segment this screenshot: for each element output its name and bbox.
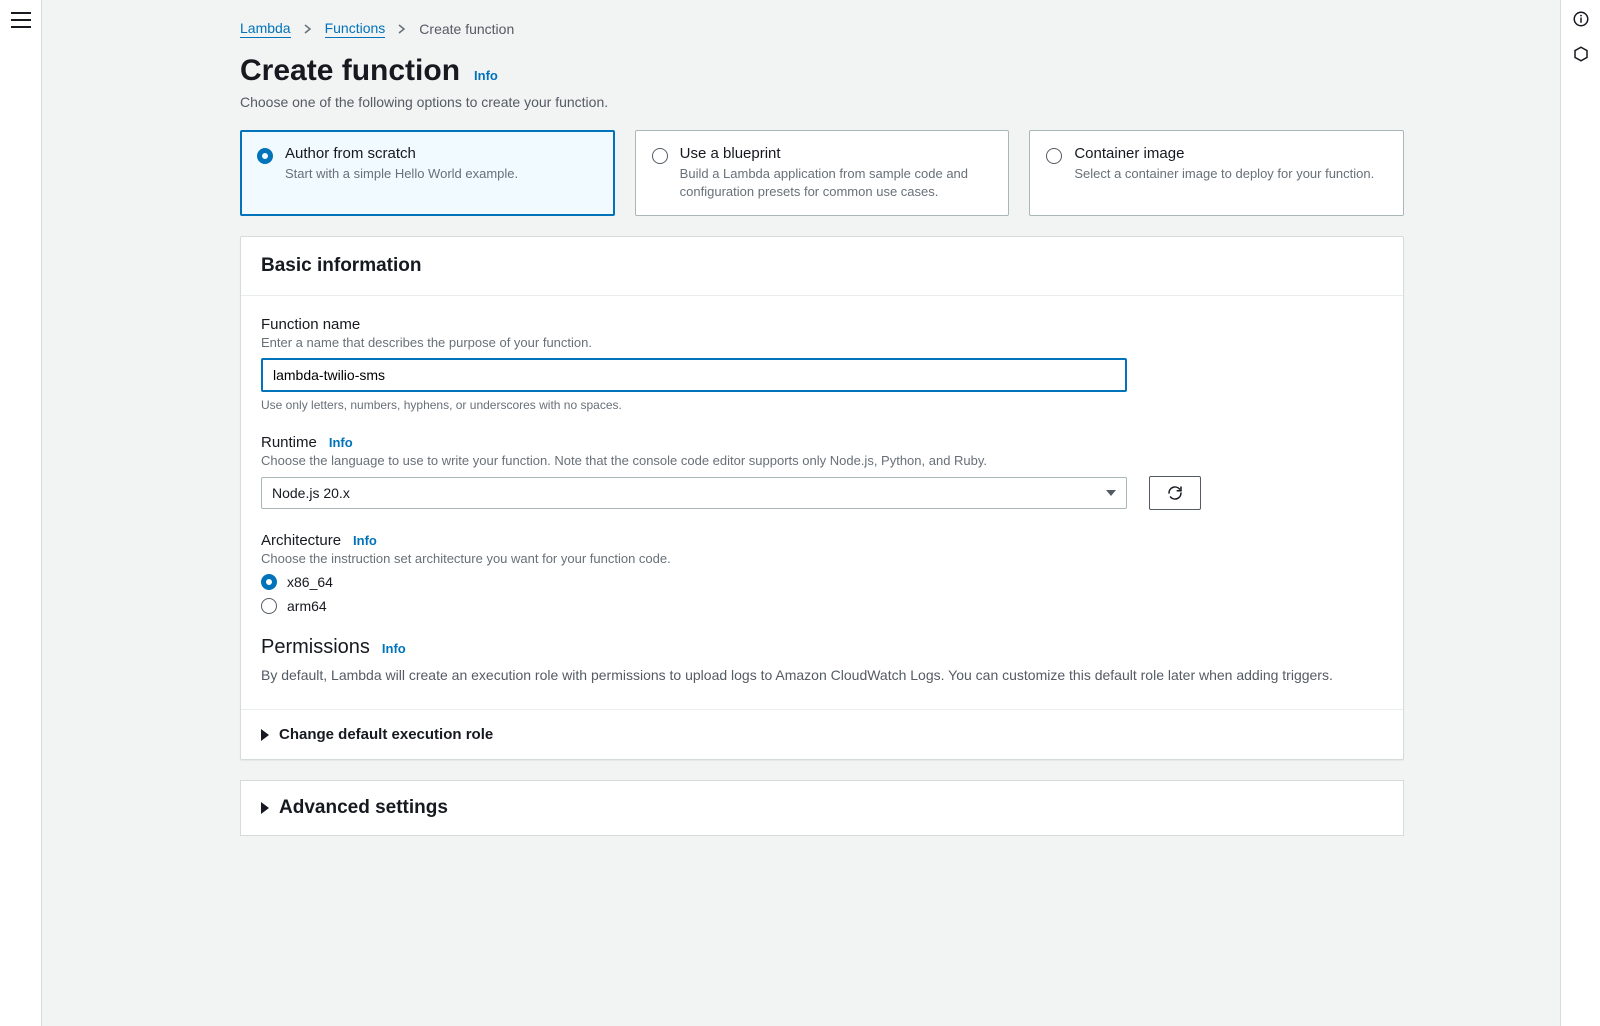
caret-down-icon <box>1106 490 1116 496</box>
refresh-icon <box>1166 484 1184 502</box>
triangle-right-icon <box>261 729 269 741</box>
expand-label: Advanced settings <box>279 797 448 819</box>
radio-icon <box>257 148 273 164</box>
option-author-from-scratch[interactable]: Author from scratch Start with a simple … <box>240 130 615 216</box>
change-default-execution-role[interactable]: Change default execution role <box>241 709 1403 759</box>
info-link[interactable]: Info <box>382 641 406 656</box>
creation-options: Author from scratch Start with a simple … <box>240 130 1404 216</box>
permissions-desc: By default, Lambda will create an execut… <box>261 667 1383 683</box>
radio-label: x86_64 <box>287 574 333 590</box>
field-hint: Choose the instruction set architecture … <box>261 551 1383 566</box>
field-label: Architecture <box>261 532 341 549</box>
radio-icon <box>261 574 277 590</box>
page-subtitle: Choose one of the following options to c… <box>240 94 1404 110</box>
option-title: Use a blueprint <box>680 145 993 162</box>
triangle-right-icon <box>261 802 269 814</box>
arch-x86-64[interactable]: x86_64 <box>261 574 1383 590</box>
expand-label: Change default execution role <box>279 726 493 743</box>
main-content: Lambda Functions Create function Create … <box>42 0 1560 1026</box>
field-label: Runtime <box>261 434 317 451</box>
select-value: Node.js 20.x <box>272 485 350 501</box>
permissions-field: Permissions Info By default, Lambda will… <box>261 636 1383 683</box>
info-icon[interactable] <box>1572 10 1590 31</box>
breadcrumb-current: Create function <box>419 21 514 37</box>
breadcrumb-functions[interactable]: Functions <box>325 20 386 38</box>
radio-icon <box>652 148 668 164</box>
chevron-right-icon <box>303 21 313 37</box>
option-title: Author from scratch <box>285 145 518 162</box>
menu-icon[interactable] <box>11 12 31 28</box>
option-desc: Build a Lambda application from sample c… <box>680 165 993 201</box>
refresh-button[interactable] <box>1149 476 1201 510</box>
architecture-field: Architecture Info Choose the instruction… <box>261 532 1383 614</box>
chevron-right-icon <box>397 21 407 37</box>
option-title: Container image <box>1074 145 1374 162</box>
field-hint: Choose the language to use to write your… <box>261 453 1383 468</box>
info-link[interactable]: Info <box>474 68 498 83</box>
hexagon-icon[interactable] <box>1572 45 1590 66</box>
field-hint: Enter a name that describes the purpose … <box>261 335 1383 350</box>
function-name-field: Function name Enter a name that describe… <box>261 316 1383 412</box>
radio-icon <box>261 598 277 614</box>
panel-heading: Basic information <box>261 255 1383 277</box>
advanced-settings[interactable]: Advanced settings <box>240 780 1404 836</box>
breadcrumb-service[interactable]: Lambda <box>240 20 291 38</box>
radio-icon <box>1046 148 1062 164</box>
radio-label: arm64 <box>287 598 327 614</box>
left-rail <box>0 0 42 1026</box>
runtime-field: Runtime Info Choose the language to use … <box>261 434 1383 510</box>
basic-information-panel: Basic information Function name Enter a … <box>240 236 1404 760</box>
info-link[interactable]: Info <box>353 533 377 548</box>
field-constraint: Use only letters, numbers, hyphens, or u… <box>261 398 1383 412</box>
info-link[interactable]: Info <box>329 435 353 450</box>
option-desc: Select a container image to deploy for y… <box>1074 165 1374 183</box>
option-desc: Start with a simple Hello World example. <box>285 165 518 183</box>
field-label: Function name <box>261 316 1383 333</box>
option-container-image[interactable]: Container image Select a container image… <box>1029 130 1404 216</box>
option-use-blueprint[interactable]: Use a blueprint Build a Lambda applicati… <box>635 130 1010 216</box>
right-rail <box>1560 0 1600 1026</box>
page-title: Create function <box>240 54 460 88</box>
arch-arm64[interactable]: arm64 <box>261 598 1383 614</box>
permissions-label: Permissions <box>261 636 370 659</box>
function-name-input[interactable] <box>261 358 1127 392</box>
breadcrumb: Lambda Functions Create function <box>240 20 1404 38</box>
runtime-select[interactable]: Node.js 20.x <box>261 477 1127 509</box>
